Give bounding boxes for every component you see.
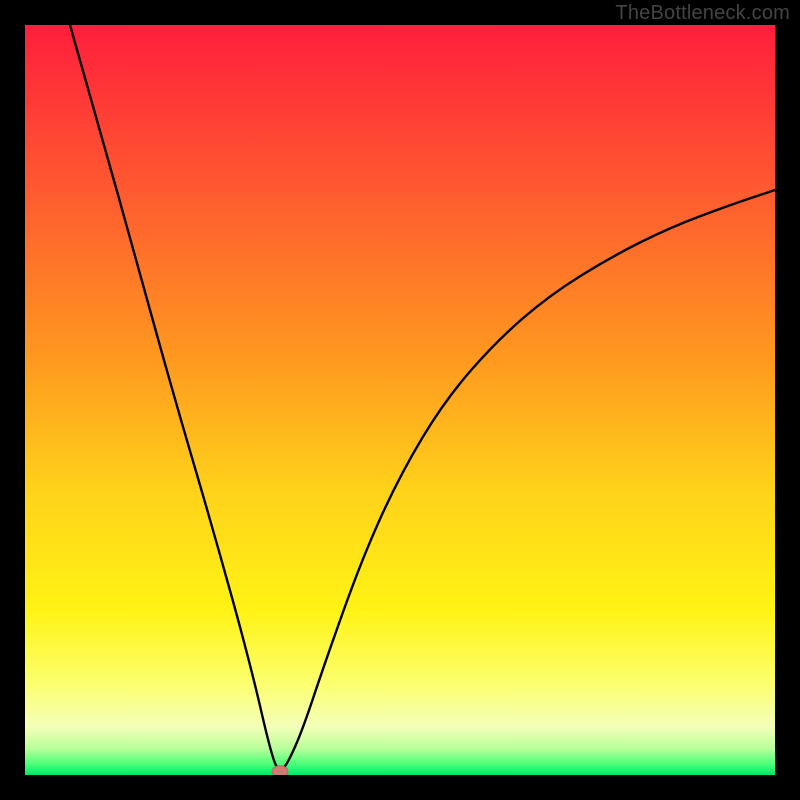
optimal-point-marker <box>272 766 288 775</box>
chart-frame: TheBottleneck.com <box>0 0 800 800</box>
bottleneck-plot <box>25 25 775 775</box>
gradient-background <box>25 25 775 775</box>
watermark-text: TheBottleneck.com <box>615 2 790 25</box>
plot-area <box>25 25 775 775</box>
